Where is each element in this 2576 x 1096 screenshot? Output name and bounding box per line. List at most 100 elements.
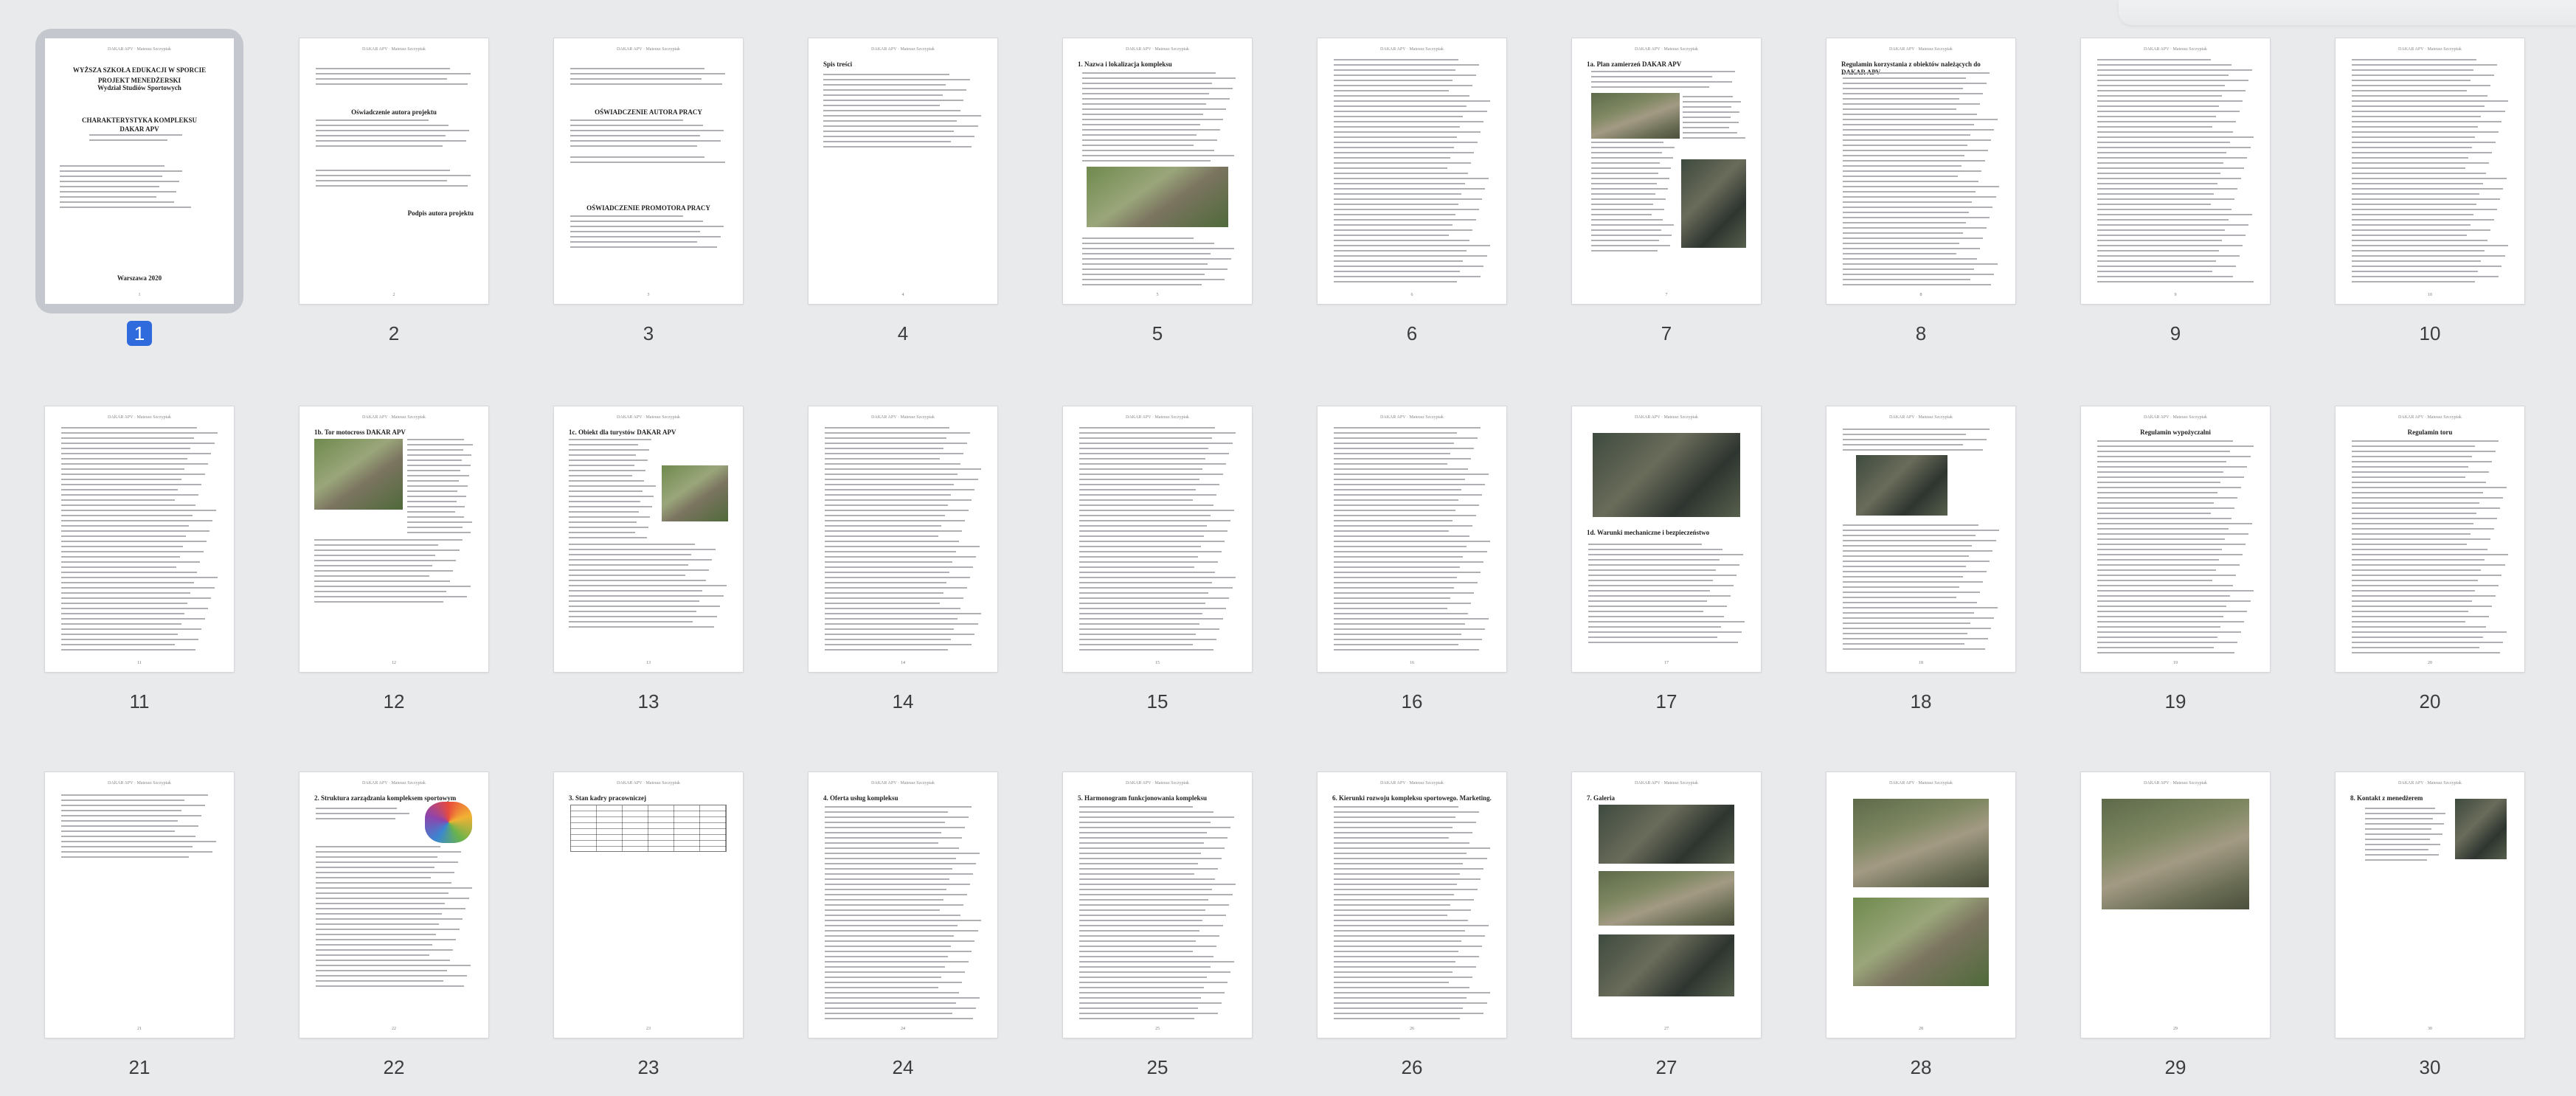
page-number-label[interactable]: 26 <box>1308 1055 1516 1080</box>
page-preview[interactable]: DAKAR APV · Mateusz Szczypiak 11 <box>45 406 234 672</box>
page-number-label[interactable]: 15 <box>1053 689 1261 714</box>
page-number-label[interactable]: 3 <box>544 321 752 346</box>
page-number-label[interactable]: 19 <box>2071 689 2279 714</box>
text-line <box>823 125 978 127</box>
text-line <box>1334 956 1479 957</box>
page-number-label[interactable]: 21 <box>35 1055 243 1080</box>
text-line <box>2097 549 2223 550</box>
page-preview[interactable]: 1d. Warunki mechaniczne i bezpieczeństwo… <box>1572 406 1761 672</box>
text-line <box>825 904 964 906</box>
page-number-text: 18 <box>1910 690 1932 712</box>
page-number-label[interactable]: 11 <box>35 689 243 714</box>
page-preview[interactable]: DAKAR APV · Mateusz Szczypiak 16 <box>1318 406 1506 672</box>
page-preview[interactable]: Regulamin korzystania z obiektów należąc… <box>1827 38 2015 304</box>
page-preview[interactable]: DAKAR APV · Mateusz Szczypiak 18 <box>1827 406 2015 672</box>
text-line <box>2097 105 2219 107</box>
page-preview[interactable]: 4. Oferta usług kompleksu DAKAR APV · Mat… <box>809 772 997 1038</box>
page-preview[interactable]: 7. Galeria DAKAR APV · Mateusz Szczypiak 2… <box>1572 772 1761 1038</box>
page-preview[interactable]: 1. Nazwa i lokalizacja kompleksu DAKAR AP… <box>1063 38 1252 304</box>
page-number-label[interactable]: 2 <box>290 321 498 346</box>
page-preview[interactable]: WYŻSZA SZKOŁA EDUKACJI W SPORCIE PROJEKT … <box>45 38 234 304</box>
page-number-label[interactable]: 29 <box>2071 1055 2279 1080</box>
page-number-label[interactable]: 9 <box>2071 321 2279 346</box>
page-preview[interactable]: DAKAR APV · Mateusz Szczypiak 28 <box>1827 772 2015 1038</box>
text-line <box>1334 592 1475 594</box>
page-number-label[interactable]: 14 <box>799 689 1007 714</box>
page-number-label[interactable]: 17 <box>1562 689 1770 714</box>
text-line <box>1334 474 1489 475</box>
page-header: DAKAR APV · Mateusz Szczypiak <box>1126 47 1189 52</box>
text-line <box>1334 157 1451 159</box>
page-number-label[interactable]: 20 <box>2326 689 2534 714</box>
text-line <box>316 808 398 809</box>
page-preview[interactable]: DAKAR APV · Mateusz Szczypiak 29 <box>2081 772 2270 1038</box>
page-number-label[interactable]: 30 <box>2326 1055 2534 1080</box>
page-number-label[interactable]: 7 <box>1562 321 1770 346</box>
page-number-label[interactable]: 10 <box>2326 321 2534 346</box>
page-number-label[interactable]: 16 <box>1308 689 1516 714</box>
text-line <box>1079 448 1209 449</box>
text-line <box>1591 71 1736 72</box>
page-preview[interactable]: 1b. Tor motocross DAKAR APV DAKAR APV · M… <box>300 406 488 672</box>
text-line <box>1843 88 1963 89</box>
photo-image <box>1856 455 1947 516</box>
page-number-label[interactable]: 24 <box>799 1055 1007 1080</box>
page-preview[interactable]: DAKAR APV · Mateusz Szczypiak 15 <box>1063 406 1252 672</box>
page-number-label[interactable]: 23 <box>544 1055 752 1080</box>
photo-image <box>1599 805 1734 864</box>
page-number-label[interactable]: 1 <box>35 321 243 346</box>
text-line <box>825 863 977 864</box>
text-line <box>407 470 460 471</box>
text-line <box>1082 124 1200 125</box>
text-line <box>1334 915 1448 916</box>
text-line <box>1843 638 1988 639</box>
page-preview[interactable]: DAKAR APV · Mateusz Szczypiak 6 <box>1318 38 1506 304</box>
text-line <box>316 813 409 814</box>
page-number-label[interactable]: 25 <box>1053 1055 1261 1080</box>
page-number-label[interactable]: 13 <box>544 689 752 714</box>
text-line <box>569 532 635 533</box>
page-preview[interactable]: OŚWIADCZENIE AUTORA PRACY OŚWIADCZENIE PR… <box>554 38 743 304</box>
page-preview[interactable]: 2. Struktura zarządzania kompleksem spor… <box>300 772 488 1038</box>
text-line <box>1079 977 1208 978</box>
text-line <box>2352 266 2502 267</box>
text-line <box>825 556 977 558</box>
text-line <box>2097 204 2212 205</box>
page-preview[interactable]: DAKAR APV · Mateusz Szczypiak 9 <box>2081 38 2270 304</box>
text-line <box>2352 85 2491 86</box>
page-number-label[interactable]: 5 <box>1053 321 1261 346</box>
text-line <box>316 83 468 85</box>
page-number-label[interactable]: 4 <box>799 321 1007 346</box>
page-number-label[interactable]: 22 <box>290 1055 498 1080</box>
text-line <box>825 504 948 506</box>
page-preview[interactable]: DAKAR APV · Mateusz Szczypiak 14 <box>809 406 997 672</box>
page-preview[interactable]: Regulamin toru DAKAR APV · Mateusz Szczyp… <box>2336 406 2524 672</box>
page-preview[interactable]: 3. Stan kadry pracowniczej DAKAR APV · Ma… <box>554 772 743 1038</box>
page-preview[interactable]: Regulamin wypożyczalni DAKAR APV · Mateus… <box>2081 406 2270 672</box>
page-number-label[interactable]: 28 <box>1817 1055 2025 1080</box>
page-preview[interactable]: 6. Kierunki rozwoju kompleksu sportowego… <box>1318 772 1506 1038</box>
text-line <box>569 496 654 497</box>
page-footer-number: 6 <box>1410 293 1413 297</box>
text-line <box>1843 232 1963 234</box>
page-preview[interactable]: 8. Kontakt z menedżerem DAKAR APV · Mateu… <box>2336 772 2524 1038</box>
page-header: DAKAR APV · Mateusz Szczypiak <box>1889 47 1953 52</box>
page-number-label[interactable]: 6 <box>1308 321 1516 346</box>
page-preview[interactable]: 1c. Obiekt dla turystów DAKAR APV DAKAR A… <box>554 406 743 672</box>
page-preview[interactable]: 1a. Plan zamierzeń DAKAR APV DAKAR APV · … <box>1572 38 1761 304</box>
text-line <box>316 965 471 966</box>
text-line <box>825 946 952 947</box>
page-number-label[interactable]: 27 <box>1562 1055 1770 1080</box>
page-number-label[interactable]: 8 <box>1817 321 2025 346</box>
page-preview[interactable]: DAKAR APV · Mateusz Szczypiak 21 <box>45 772 234 1038</box>
text-line <box>1079 930 1199 932</box>
text-line <box>1334 448 1475 449</box>
page-preview[interactable]: 5. Harmonogram funkcjonowania kompleksu D… <box>1063 772 1252 1038</box>
page-preview[interactable]: DAKAR APV · Mateusz Szczypiak 10 <box>2336 38 2524 304</box>
page-number-label[interactable]: 18 <box>1817 689 2025 714</box>
page-preview[interactable]: Oświadczenie autora projektu Podpis autor… <box>300 38 488 304</box>
page-number-label[interactable]: 12 <box>290 689 498 714</box>
page-header: DAKAR APV · Mateusz Szczypiak <box>1889 781 1953 785</box>
text-line <box>2352 209 2497 210</box>
page-preview[interactable]: Spis treści DAKAR APV · Mateusz Szczypiak… <box>809 38 997 304</box>
